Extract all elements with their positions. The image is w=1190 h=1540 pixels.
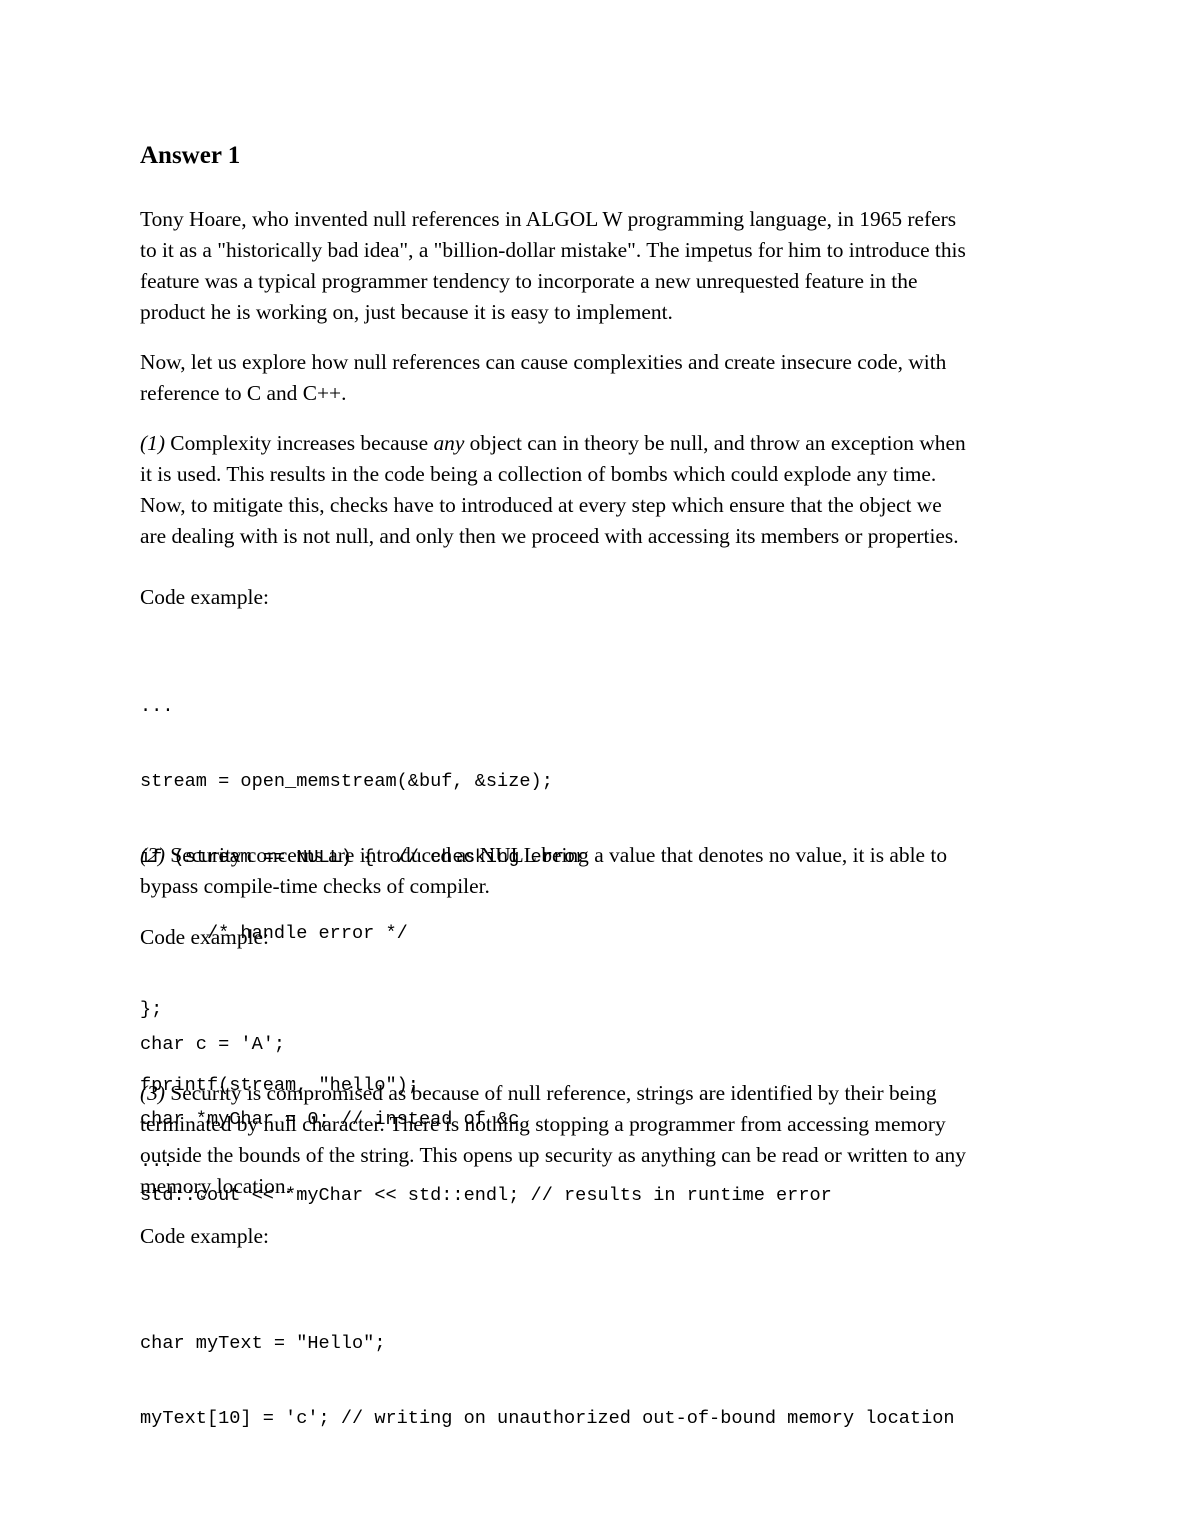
point-3-paragraph: (3) Security is compromised as because o… (140, 1078, 1050, 1202)
text-line: bypass compile-time checks of compiler. (140, 874, 490, 898)
code-line: ... (140, 695, 174, 717)
code-line: char myText = "Hello"; (140, 1332, 386, 1354)
point-number: (3) (140, 1081, 165, 1105)
point-1-paragraph: (1) Complexity increases because any obj… (140, 428, 1050, 552)
text-line: Now, let us explore how null references … (140, 350, 947, 374)
answer-heading: Answer 1 (140, 142, 241, 169)
point-number: (1) (140, 431, 165, 455)
explore-paragraph: Now, let us explore how null references … (140, 347, 1050, 409)
code-example-label: Code example: (140, 1221, 1050, 1252)
text-line: (1) Complexity increases because any obj… (140, 428, 1050, 459)
text-segment: Security concerns are introduced as NULL… (164, 843, 948, 867)
code-line: stream = open_memstream(&buf, &size); (140, 771, 553, 793)
text-line: Code example: (140, 1224, 269, 1248)
text-segment: Security is compromised as because of nu… (164, 1081, 937, 1105)
text-line: Code example: (140, 925, 269, 949)
code-line: char c = 'A'; (140, 1033, 286, 1055)
intro-paragraph: Tony Hoare, who invented null references… (140, 204, 1050, 328)
text-line: (2) Security concerns are introduced as … (140, 840, 1050, 871)
text-line: Tony Hoare, who invented null references… (140, 207, 957, 231)
text-line: memory location. (140, 1174, 291, 1198)
text-line: (3) Security is compromised as because o… (140, 1078, 1050, 1109)
text-line: feature was a typical programmer tendenc… (140, 269, 918, 293)
text-line: Code example: (140, 585, 269, 609)
text-segment: object can in theory be null, and throw … (464, 431, 966, 455)
text-line: are dealing with is not null, and only t… (140, 524, 959, 548)
text-line: outside the bounds of the string. This o… (140, 1143, 966, 1167)
code-block-3: char myText = "Hello"; myText[10] = 'c';… (140, 1280, 955, 1482)
code-example-label: Code example: (140, 582, 1050, 613)
text-line: terminated by null character. There is n… (140, 1112, 946, 1136)
point-number: (2) (140, 843, 165, 867)
point-2-paragraph: (2) Security concerns are introduced as … (140, 840, 1050, 902)
text-line: product he is working on, just because i… (140, 300, 673, 324)
text-line: to it as a "historically bad idea", a "b… (140, 238, 966, 262)
text-line: Now, to mitigate this, checks have to in… (140, 493, 942, 517)
code-example-label: Code example: (140, 922, 1050, 953)
text-segment: Complexity increases because (164, 431, 434, 455)
code-line: myText[10] = 'c'; // writing on unauthor… (140, 1408, 955, 1430)
emphasis-text: any (433, 431, 465, 455)
text-line: it is used. This results in the code bei… (140, 462, 937, 486)
text-line: reference to C and C++. (140, 381, 347, 405)
